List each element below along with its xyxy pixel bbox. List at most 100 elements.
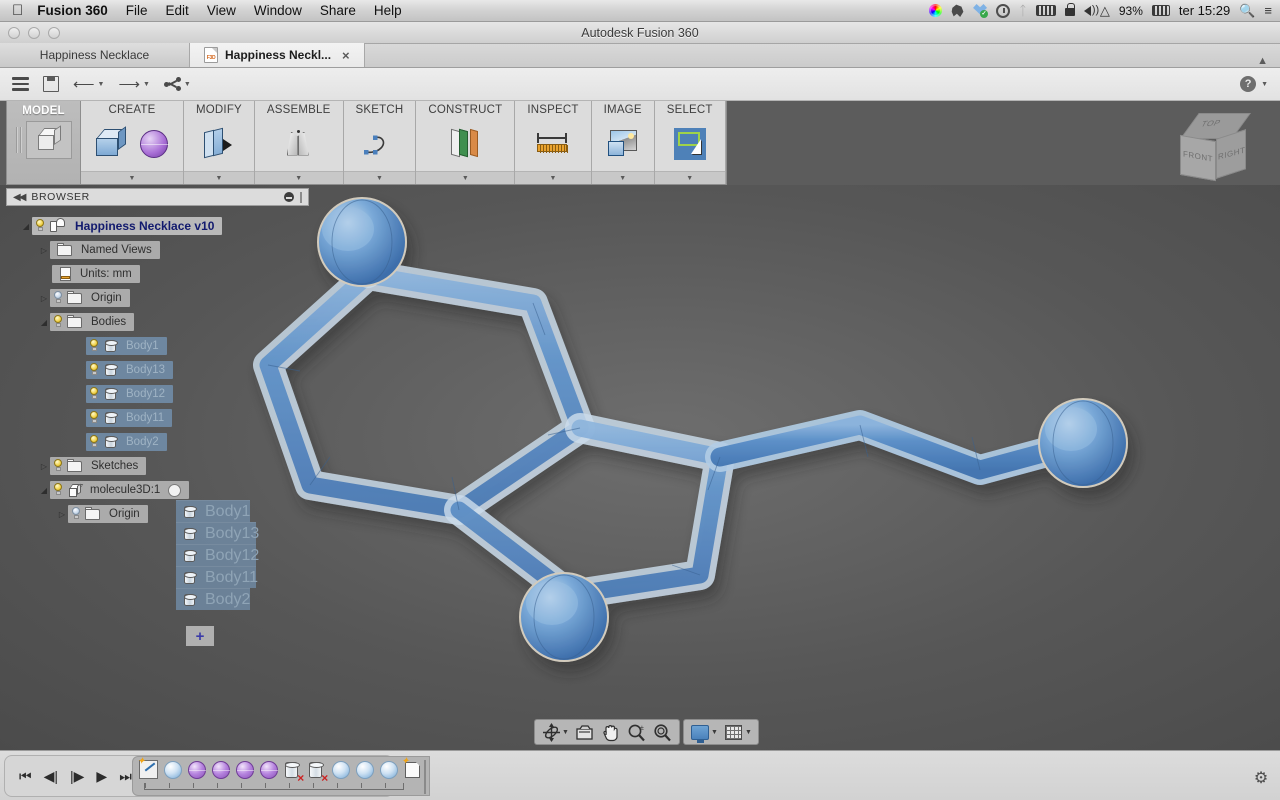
dropbox-icon[interactable]: ✓ bbox=[973, 3, 989, 19]
menubar-clock[interactable]: ter 15:29 bbox=[1179, 3, 1230, 19]
tree-row-body[interactable]: Body2 bbox=[6, 430, 309, 454]
panel-overflow-assemble[interactable]: ▼ bbox=[254, 171, 343, 184]
timeline-feature-delete-body[interactable]: × bbox=[283, 760, 304, 784]
minimize-icon[interactable] bbox=[284, 192, 294, 202]
timeline-feature-sphere[interactable] bbox=[379, 760, 399, 782]
jump-end-icon[interactable]: ⏭ bbox=[119, 768, 132, 785]
colorwheel-icon[interactable] bbox=[929, 3, 943, 19]
fit-icon[interactable] bbox=[651, 721, 675, 743]
menu-window[interactable]: Window bbox=[254, 3, 302, 18]
window-select-icon[interactable] bbox=[671, 126, 709, 162]
spotlight-search-icon[interactable]: 🔍 bbox=[1239, 3, 1255, 19]
battery-icon[interactable] bbox=[1035, 3, 1056, 19]
zoom-button[interactable] bbox=[48, 27, 60, 39]
power-icon[interactable] bbox=[1151, 3, 1170, 19]
share-group[interactable]: ▼ bbox=[163, 77, 191, 91]
expander-icon[interactable] bbox=[38, 246, 50, 255]
help-icon[interactable]: ? bbox=[1240, 76, 1257, 92]
timeline-feature-sphere[interactable] bbox=[211, 760, 231, 782]
display-settings-icon[interactable] bbox=[688, 721, 712, 743]
undo-icon[interactable]: ⟵ bbox=[73, 75, 95, 93]
menu-file[interactable]: File bbox=[126, 3, 148, 18]
expander-icon[interactable] bbox=[38, 294, 50, 303]
measure-icon[interactable] bbox=[534, 126, 572, 162]
expander-icon[interactable] bbox=[38, 462, 50, 471]
menubar-app-name[interactable]: Fusion 360 bbox=[37, 3, 108, 18]
visibility-bulb-icon[interactable] bbox=[50, 314, 66, 330]
chevron-down-icon[interactable]: ▼ bbox=[745, 729, 752, 736]
look-at-icon[interactable] bbox=[573, 721, 597, 743]
evernote-icon[interactable] bbox=[951, 3, 964, 19]
redo-group[interactable]: ⟶ ▼ bbox=[118, 75, 149, 93]
close-button[interactable] bbox=[8, 27, 20, 39]
expander-icon[interactable] bbox=[56, 510, 68, 519]
tree-row-molecule3d[interactable]: molecule3D:1 bbox=[6, 478, 309, 502]
visibility-bulb-icon[interactable] bbox=[50, 482, 66, 498]
bluetooth-icon[interactable]: ᛏ bbox=[1019, 3, 1027, 19]
panel-overflow-image[interactable]: ▼ bbox=[591, 171, 654, 184]
step-back-icon[interactable]: ◀| bbox=[44, 768, 58, 785]
grip-icon[interactable] bbox=[300, 191, 302, 203]
visibility-bulb-icon[interactable] bbox=[68, 506, 84, 522]
expander-icon[interactable] bbox=[38, 318, 50, 327]
visibility-bulb-icon[interactable] bbox=[32, 218, 48, 234]
expander-icon[interactable] bbox=[20, 222, 32, 231]
timeline-feature-delete-body[interactable]: × bbox=[307, 760, 328, 784]
redo-icon[interactable]: ⟶ bbox=[118, 75, 140, 93]
visibility-bulb-icon[interactable] bbox=[86, 410, 102, 426]
visibility-bulb-icon[interactable] bbox=[86, 434, 102, 450]
grid-snaps-icon[interactable] bbox=[722, 721, 746, 743]
tree-row-sketches[interactable]: Sketches bbox=[6, 454, 309, 478]
timeline-feature-sphere[interactable] bbox=[163, 760, 183, 782]
undo-group[interactable]: ⟵ ▼ bbox=[73, 75, 104, 93]
expander-icon[interactable] bbox=[38, 486, 50, 495]
press-pull-icon[interactable] bbox=[200, 126, 238, 162]
close-icon[interactable]: × bbox=[342, 48, 350, 63]
tree-row-bodies[interactable]: Bodies bbox=[6, 310, 309, 334]
chevron-up-icon[interactable]: ▲ bbox=[1257, 55, 1280, 67]
gear-icon[interactable]: ⚙ bbox=[1252, 770, 1270, 788]
tree-row-body[interactable]: Body11 bbox=[6, 406, 309, 430]
tab-happiness-necklace-2[interactable]: F3D Happiness Neckl... × bbox=[190, 43, 365, 67]
joint-icon[interactable] bbox=[280, 126, 318, 162]
canvas-image-icon[interactable] bbox=[604, 126, 642, 162]
timeline-feature-sphere[interactable] bbox=[259, 760, 279, 782]
tree-row-body[interactable]: Body1 bbox=[6, 334, 309, 358]
tree-row-root[interactable]: Happiness Necklace v10 bbox=[6, 214, 309, 238]
workspace-switcher-model[interactable]: MODEL bbox=[7, 101, 81, 184]
hamburger-menu-icon[interactable] bbox=[12, 77, 29, 91]
spline-icon[interactable] bbox=[360, 126, 398, 162]
chevron-down-icon[interactable]: ▼ bbox=[562, 729, 569, 736]
box-icon[interactable] bbox=[91, 125, 129, 162]
panel-overflow-select[interactable]: ▼ bbox=[654, 171, 725, 184]
panel-overflow-sketch[interactable]: ▼ bbox=[343, 171, 416, 184]
panel-overflow-modify[interactable]: ▼ bbox=[184, 171, 254, 184]
wifi-icon[interactable]: △ bbox=[1100, 3, 1110, 19]
timeline-feature-sphere[interactable] bbox=[331, 760, 351, 782]
share-icon[interactable] bbox=[163, 77, 181, 91]
timeline-feature-sphere[interactable] bbox=[187, 760, 207, 782]
timemachine-icon[interactable] bbox=[996, 3, 1011, 19]
3d-viewport[interactable]: TOP FRONT RIGHT ▼ ± ▼ ▼ ◀◀ BROWSER ◢ Hap… bbox=[0, 113, 1280, 750]
panel-overflow-create[interactable]: ▼ bbox=[81, 171, 183, 184]
jump-start-icon[interactable]: ⏮ bbox=[19, 768, 32, 785]
play-icon[interactable]: ▶ bbox=[96, 768, 107, 785]
offset-plane-icon[interactable] bbox=[446, 126, 484, 162]
chevron-down-icon[interactable]: ▼ bbox=[143, 81, 150, 88]
tree-row-named-views[interactable]: Named Views bbox=[6, 238, 309, 262]
panel-overflow-construct[interactable]: ▼ bbox=[416, 171, 515, 184]
visibility-bulb-icon[interactable] bbox=[86, 338, 102, 354]
notification-center-icon[interactable]: ≡ bbox=[1264, 3, 1272, 19]
view-cube[interactable]: TOP FRONT RIGHT bbox=[1166, 105, 1258, 195]
menu-view[interactable]: View bbox=[207, 3, 236, 18]
menu-help[interactable]: Help bbox=[374, 3, 402, 18]
chevron-down-icon[interactable]: ▼ bbox=[1261, 81, 1268, 88]
panel-overflow-inspect[interactable]: ▼ bbox=[515, 171, 591, 184]
tree-row-units[interactable]: Units: mm bbox=[6, 262, 309, 286]
chevron-down-icon[interactable]: ▼ bbox=[711, 729, 718, 736]
tree-row-origin-nested[interactable]: Origin bbox=[6, 502, 309, 526]
timeline-feature-sphere[interactable] bbox=[355, 760, 375, 782]
visibility-bulb-icon[interactable] bbox=[50, 458, 66, 474]
orbit-icon[interactable] bbox=[539, 721, 563, 743]
visibility-bulb-icon[interactable] bbox=[86, 362, 102, 378]
